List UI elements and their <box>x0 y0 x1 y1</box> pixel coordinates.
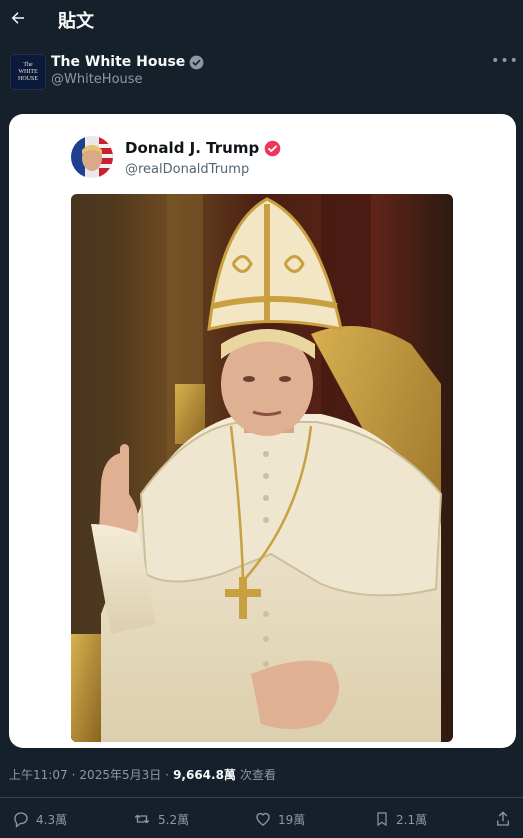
meta-separator-1: · <box>71 767 76 782</box>
bookmark-icon <box>377 812 387 827</box>
embedded-author-name: Donald J. Trump <box>125 139 281 157</box>
embedded-post-card[interactable]: Donald J. Trump @realDonaldTrump <box>9 114 516 748</box>
avatar-text-1: The <box>23 61 33 68</box>
bookmark-button[interactable]: 2.1萬 <box>374 810 427 828</box>
embedded-author-handle: @realDonaldTrump <box>125 162 250 177</box>
post-meta: 上午11:07 · 2025年5月3日 · 9,664.8萬 次查看 <box>9 766 276 783</box>
verified-badge-icon <box>189 55 204 69</box>
embedded-avatar <box>71 136 113 178</box>
like-button[interactable]: 19萬 <box>254 810 305 828</box>
reply-icon <box>14 812 28 828</box>
share-icon <box>497 811 509 826</box>
post-image[interactable] <box>71 194 453 742</box>
avatar[interactable]: The WHITE HOUSE <box>10 54 46 90</box>
share-button[interactable] <box>494 810 512 828</box>
view-count: 9,664.8萬 <box>173 768 236 782</box>
bookmark-count: 2.1萬 <box>396 812 428 827</box>
arrow-left-icon <box>11 12 24 24</box>
more-options-button[interactable]: ••• <box>491 53 518 69</box>
action-bar: 4.3萬 5.2萬 19萬 2.1萬 <box>0 810 523 832</box>
avatar-text-3: HOUSE <box>17 75 38 82</box>
meta-separator-2: · <box>165 767 170 782</box>
pope-portrait-image <box>71 194 453 742</box>
reply-button[interactable]: 4.3萬 <box>12 810 67 828</box>
author-handle[interactable]: @WhiteHouse <box>51 72 143 87</box>
more-dots-icon: ••• <box>491 53 519 69</box>
verified-badge-icon <box>264 140 281 156</box>
post-date[interactable]: 2025年5月3日 <box>79 766 161 783</box>
top-bar: 貼文 <box>0 0 523 38</box>
heart-icon <box>256 812 270 826</box>
back-button[interactable] <box>6 6 30 30</box>
author-name-text: The White House <box>51 54 186 70</box>
reply-count: 4.3萬 <box>36 812 68 827</box>
repost-button[interactable]: 5.2萬 <box>132 810 189 828</box>
like-count: 19萬 <box>278 812 306 827</box>
view-label: 次查看 <box>239 768 276 782</box>
author-name[interactable]: The White House <box>51 54 204 70</box>
repost-count: 5.2萬 <box>158 812 190 827</box>
page-title: 貼文 <box>58 11 94 32</box>
repost-icon <box>134 814 150 824</box>
divider <box>0 797 523 798</box>
avatar-text-2: WHITE <box>18 68 38 75</box>
avatar-portrait-icon <box>71 136 113 178</box>
tweet-author-row: The WHITE HOUSE The White House @WhiteHo… <box>8 52 518 92</box>
post-time[interactable]: 上午11:07 <box>9 766 68 783</box>
embedded-author-name-text: Donald J. Trump <box>125 139 260 157</box>
